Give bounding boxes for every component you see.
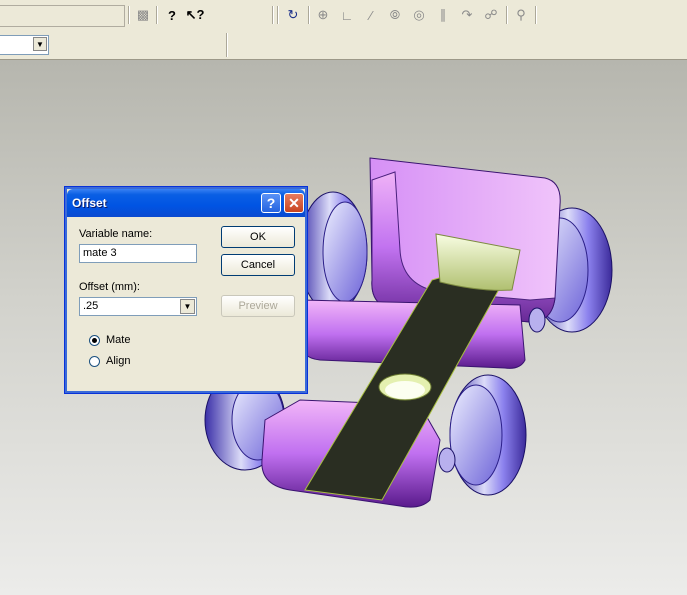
align-label: Align xyxy=(106,355,131,367)
angle-icon[interactable]: ∟ xyxy=(338,6,356,24)
dialog-body: Variable name: mate 3 Offset (mm): .25 ▼… xyxy=(69,219,303,389)
mate-option[interactable]: Mate xyxy=(89,334,130,346)
coordinate-icon[interactable]: ⊕ xyxy=(314,6,332,24)
toolbar-separator xyxy=(128,6,129,24)
distance-icon[interactable]: ↷ xyxy=(458,6,476,24)
traffic-light-icon[interactable]: ▩ xyxy=(134,6,152,24)
offset-label: Offset (mm): xyxy=(79,281,140,293)
constraint-icon[interactable]: ☍ xyxy=(482,6,500,24)
context-help-icon[interactable]: ↖? xyxy=(186,6,205,24)
tangent-icon[interactable]: ⦾ xyxy=(386,6,404,24)
toolbar-separator xyxy=(272,6,273,24)
toolbar-separator xyxy=(226,33,227,57)
chevron-down-icon[interactable]: ▼ xyxy=(180,299,195,314)
mate-radio[interactable] xyxy=(89,334,100,346)
dialog-title-bar[interactable]: Offset ? ✕ xyxy=(67,189,305,217)
help-icon[interactable]: ? xyxy=(163,6,181,24)
cancel-button[interactable]: Cancel xyxy=(221,254,295,276)
align-radio[interactable] xyxy=(89,355,100,367)
close-icon[interactable]: ✕ xyxy=(284,193,304,213)
offset-select[interactable]: .25 ▼ xyxy=(79,297,197,316)
chevron-down-icon[interactable]: ▼ xyxy=(33,37,47,51)
main-toolbar: ▩ ? ↖? ↻ ⊕ ∟ ∕ ⦾ ◎ ∥ ↷ ☍ ⚲ xyxy=(0,0,687,31)
ok-button[interactable]: OK xyxy=(221,226,295,248)
variable-name-label: Variable name: xyxy=(79,228,153,240)
zoom-icon[interactable]: ⚲ xyxy=(512,6,530,24)
line-icon[interactable]: ∕ xyxy=(362,6,380,24)
secondary-toolbar: ▼ xyxy=(0,30,687,60)
align-option[interactable]: Align xyxy=(89,355,130,367)
offset-dialog: Offset ? ✕ Variable name: mate 3 Offset … xyxy=(64,186,308,394)
toolbar-separator xyxy=(308,6,309,24)
toolbar-separator xyxy=(156,6,157,24)
toolbar-separator xyxy=(506,6,507,24)
variable-name-input[interactable]: mate 3 xyxy=(79,244,197,263)
mate-label: Mate xyxy=(106,334,131,346)
dimension-icon[interactable]: ↻ xyxy=(284,6,302,24)
help-icon[interactable]: ? xyxy=(261,193,281,213)
toolbar-field[interactable] xyxy=(0,5,125,27)
dialog-title: Offset xyxy=(72,196,107,210)
toolbar-separator xyxy=(277,6,278,24)
preview-button[interactable]: Preview xyxy=(221,295,295,317)
toolbar-separator xyxy=(535,6,536,24)
toolbar-combo[interactable]: ▼ xyxy=(0,35,49,55)
offset-value: .25 xyxy=(83,300,99,312)
concentric-icon[interactable]: ◎ xyxy=(410,6,428,24)
parallel-icon[interactable]: ∥ xyxy=(434,6,452,24)
